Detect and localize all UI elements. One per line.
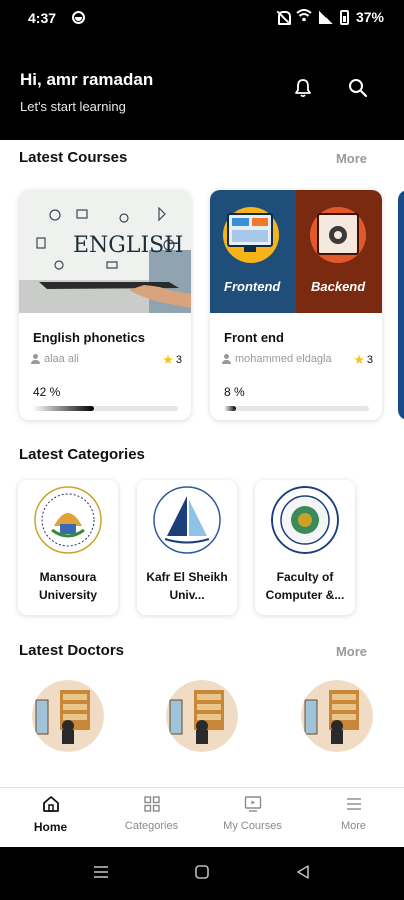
notifications-muted-icon xyxy=(276,10,291,25)
star-icon: ★ xyxy=(162,352,174,367)
course-progress-text: 8 % xyxy=(224,385,245,399)
menu-icon xyxy=(347,798,361,810)
category-name: Kafr El Sheikh Univ... xyxy=(146,570,228,602)
latest-categories-title: Latest Categories xyxy=(19,446,145,463)
course-author: mohammed eldagla xyxy=(222,353,332,365)
nav-categories[interactable]: Categories xyxy=(101,788,202,848)
nav-my-courses[interactable]: My Courses xyxy=(202,788,303,848)
course-progress-bar xyxy=(224,406,369,411)
university-logo xyxy=(271,486,339,554)
latest-courses-more-link[interactable]: More xyxy=(336,151,367,166)
back-icon[interactable] xyxy=(295,865,311,879)
nav-more-label: More xyxy=(340,820,367,832)
latest-doctors-title: Latest Doctors xyxy=(19,642,125,659)
doctor-avatar[interactable] xyxy=(166,680,238,752)
search-icon[interactable] xyxy=(348,78,368,98)
course-rating: ★ 3 xyxy=(353,352,373,368)
bottom-navigation: Home Categories My Courses More xyxy=(0,787,404,847)
status-time: 4:37 xyxy=(28,10,57,26)
person-icon xyxy=(222,354,231,364)
app-notification-icon xyxy=(72,11,85,24)
course-progress-text: 42 % xyxy=(33,385,61,399)
course-progress-fill xyxy=(224,406,236,411)
course-thumbnail: Frontend Backend xyxy=(210,190,382,313)
category-name: Faculty of Computer &... xyxy=(265,570,345,602)
battery-percent: 37% xyxy=(355,9,384,25)
signal-icon xyxy=(318,10,333,24)
category-card[interactable]: Mansoura University xyxy=(18,480,118,615)
course-progress-bar xyxy=(33,406,178,411)
category-name: Mansoura University xyxy=(38,570,98,602)
nav-home[interactable]: Home xyxy=(0,788,101,848)
course-title: Front end xyxy=(224,330,284,345)
course-rating: ★ 3 xyxy=(162,352,182,368)
course-thumbnail: ENGLISH xyxy=(19,190,191,313)
course-progress-fill xyxy=(33,406,94,411)
category-card[interactable]: Faculty of Computer &... xyxy=(255,480,355,615)
system-navigation-bar xyxy=(0,847,404,900)
thumbnail-text: ENGLISH xyxy=(73,233,183,258)
app-header: 4:37 37% Hi, amr ramadan Let's start lea… xyxy=(0,0,404,140)
course-card-peek[interactable] xyxy=(398,190,404,420)
nav-categories-label: Categories xyxy=(124,820,179,832)
doctor-avatar[interactable] xyxy=(301,680,373,752)
nav-my-courses-label: My Courses xyxy=(223,820,282,832)
grid-icon xyxy=(144,796,160,812)
wifi-icon xyxy=(296,9,312,25)
monitor-icon xyxy=(244,796,262,812)
course-card[interactable]: Frontend Backend Front end mohammed elda… xyxy=(210,190,382,420)
doctor-avatar[interactable] xyxy=(32,680,104,752)
thumbnail-label-backend: Backend xyxy=(311,279,366,294)
course-title: English phonetics xyxy=(33,330,145,345)
course-author-name: alaa ali xyxy=(44,353,79,365)
greeting: Hi, amr ramadan xyxy=(20,70,154,89)
bell-icon[interactable] xyxy=(294,78,312,98)
home-button-icon[interactable] xyxy=(194,865,210,879)
university-logo xyxy=(153,486,221,554)
nav-home-label: Home xyxy=(33,820,68,834)
home-icon xyxy=(43,796,59,812)
course-rating-value: 3 xyxy=(175,354,182,366)
latest-doctors-more-link[interactable]: More xyxy=(336,644,367,659)
recent-apps-icon[interactable] xyxy=(93,865,109,879)
battery-icon xyxy=(339,9,349,25)
university-logo xyxy=(34,486,102,554)
course-author: alaa ali xyxy=(31,353,79,365)
status-bar: 4:37 37% xyxy=(0,0,404,36)
course-rating-value: 3 xyxy=(366,354,373,366)
nav-more[interactable]: More xyxy=(303,788,404,848)
course-card[interactable]: ENGLISH English phonetics alaa ali ★ 3 4… xyxy=(19,190,191,420)
latest-courses-title: Latest Courses xyxy=(19,149,128,166)
category-card[interactable]: Kafr El Sheikh Univ... xyxy=(137,480,237,615)
star-icon: ★ xyxy=(353,352,365,367)
greeting-subtitle: Let's start learning xyxy=(20,99,126,114)
course-author-name: mohammed eldagla xyxy=(235,353,332,365)
person-icon xyxy=(31,354,40,364)
thumbnail-label-frontend: Frontend xyxy=(224,279,281,294)
